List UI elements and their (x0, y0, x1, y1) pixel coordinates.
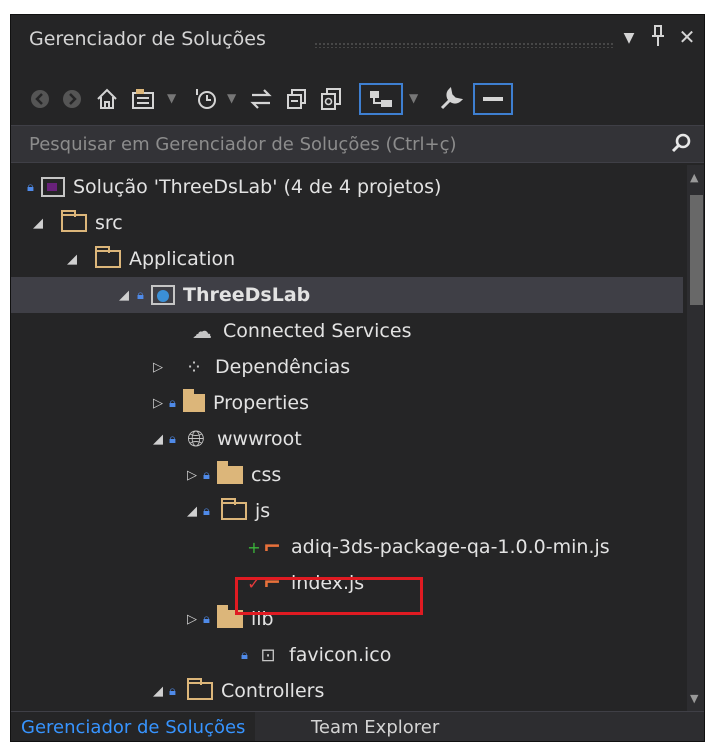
lock-icon: 🔒︎ (241, 647, 248, 663)
tree-item-label: Properties (213, 392, 310, 414)
lock-icon: 🔒︎ (27, 179, 34, 195)
lock-icon: 🔒︎ (203, 611, 210, 627)
switch-views-icon[interactable] (129, 83, 159, 115)
minimize-icon[interactable] (473, 83, 513, 115)
filter-dropdown-icon[interactable]: ▼ (227, 91, 236, 105)
tab-solution-explorer[interactable]: Gerenciador de Soluções (11, 712, 256, 741)
window-position-dropdown-icon[interactable]: ▼ (616, 30, 642, 46)
solution-explorer-panel: Gerenciador de Soluções ▼ ✕ ▼ ▼ ▼ Pesqui… (10, 14, 705, 742)
cloud-icon: ☁︎ (192, 319, 212, 343)
scroll-up-icon[interactable]: ▲ (690, 171, 698, 184)
js-file-icon: ⌐ (262, 534, 282, 560)
git-added-icon: + (247, 537, 261, 557)
folder-open-icon (221, 498, 247, 520)
preview-dropdown-icon[interactable]: ▼ (409, 91, 418, 105)
preview-selected-icon[interactable] (359, 83, 403, 115)
tree-item-connected-services[interactable]: ☁︎ Connected Services (11, 313, 683, 349)
properties-icon[interactable] (435, 83, 467, 115)
title-bar: Gerenciador de Soluções ▼ ✕ (11, 15, 704, 67)
expanded-arrow-icon[interactable]: ◢ (63, 252, 81, 267)
switch-views-dropdown-icon[interactable]: ▼ (167, 91, 176, 105)
show-all-files-icon[interactable] (317, 83, 345, 115)
tree-item-adiq-package[interactable]: + ⌐ adiq-3ds-package-qa-1.0.0-min.js (11, 529, 683, 565)
search-icon[interactable] (670, 132, 692, 159)
collapse-all-icon[interactable] (283, 83, 311, 115)
folder-open-icon (61, 210, 87, 232)
lock-icon: 🔒︎ (203, 467, 210, 483)
expanded-arrow-icon[interactable]: ◢ (29, 216, 47, 231)
tree-item-label: src (95, 212, 123, 234)
tree-item-label: adiq-3ds-package-qa-1.0.0-min.js (291, 536, 610, 558)
home-icon[interactable] (93, 83, 121, 115)
title-grip[interactable] (314, 42, 614, 48)
pending-changes-filter-icon[interactable] (191, 83, 221, 115)
panel-title: Gerenciador de Soluções (29, 28, 266, 50)
tree-item-js[interactable]: ◢ 🔒︎ js (11, 493, 683, 529)
tree-item-solution[interactable]: 🔒︎ Solução 'ThreeDsLab' (4 de 4 projetos… (11, 169, 683, 205)
tree-item-dependencies[interactable]: ▷ ⁘ Dependências (11, 349, 683, 385)
expanded-arrow-icon[interactable]: ◢ (149, 432, 167, 447)
search-input[interactable]: Pesquisar em Gerenciador de Soluções (Ct… (29, 134, 457, 155)
tree-item-wwwroot[interactable]: ◢ 🔒︎ 🌐︎ wwwroot (11, 421, 683, 457)
tab-team-explorer[interactable]: Team Explorer (301, 712, 449, 741)
tree-item-controllers[interactable]: ◢ 🔒︎ Controllers (11, 673, 683, 709)
expanded-arrow-icon[interactable]: ◢ (149, 684, 167, 699)
tree-item-css[interactable]: ▷ 🔒︎ css (11, 457, 683, 493)
tree-item-label: ThreeDsLab (183, 284, 311, 306)
collapsed-arrow-icon[interactable]: ▷ (183, 612, 201, 627)
tree-item-label: Application (129, 248, 236, 270)
search-box[interactable]: Pesquisar em Gerenciador de Soluções (Ct… (11, 125, 704, 163)
solution-tree: 🔒︎ Solução 'ThreeDsLab' (4 de 4 projetos… (11, 165, 683, 711)
tree-item-label: js (255, 500, 271, 522)
back-icon[interactable] (27, 83, 53, 115)
dependencies-icon: ⁘ (185, 355, 203, 379)
bottom-tab-strip: Gerenciador de Soluções Team Explorer (11, 711, 704, 741)
tree-item-label: Controllers (221, 680, 325, 702)
collapsed-arrow-icon[interactable]: ▷ (183, 468, 201, 483)
web-project-icon (151, 285, 175, 305)
collapsed-arrow-icon[interactable]: ▷ (149, 396, 167, 411)
tree-item-favicon[interactable]: 🔒︎ ⊡ favicon.ico (11, 637, 683, 673)
lock-icon: 🔒︎ (137, 287, 144, 303)
folder-closed-icon (217, 461, 243, 484)
tree-item-label: wwwroot (217, 428, 302, 450)
lock-icon: 🔒︎ (169, 683, 176, 699)
lock-icon: 🔒︎ (169, 395, 176, 411)
annotation-highlight-box (235, 577, 423, 615)
tree-item-label: Connected Services (223, 320, 412, 342)
vertical-scrollbar[interactable]: ▲ ▼ (687, 165, 704, 711)
tree-item-label: css (251, 464, 282, 486)
tree-item-label: favicon.ico (289, 644, 392, 666)
properties-folder-icon (183, 389, 205, 412)
tree-item-label: Solução 'ThreeDsLab' (4 de 4 projetos) (73, 176, 442, 198)
scroll-down-icon[interactable]: ▼ (690, 692, 698, 705)
image-file-icon: ⊡ (260, 644, 276, 666)
sync-icon[interactable] (247, 83, 275, 115)
scrollbar-thumb[interactable] (690, 195, 703, 305)
globe-icon: 🌐︎ (187, 426, 205, 452)
tree-item-properties[interactable]: ▷ 🔒︎ Properties (11, 385, 683, 421)
tree-item-application[interactable]: ◢ Application (11, 241, 683, 277)
expanded-arrow-icon[interactable]: ◢ (183, 504, 201, 519)
folder-open-icon (187, 678, 213, 700)
tree-item-src[interactable]: ◢ src (11, 205, 683, 241)
close-icon[interactable]: ✕ (674, 25, 700, 49)
lock-icon: 🔒︎ (203, 503, 210, 519)
toolbar: ▼ ▼ ▼ (11, 73, 704, 125)
forward-icon[interactable] (59, 83, 85, 115)
screenshot-frame: Gerenciador de Soluções ▼ ✕ ▼ ▼ ▼ Pesqui… (0, 0, 705, 742)
solution-icon (41, 177, 65, 197)
folder-open-icon (95, 246, 121, 268)
pin-icon[interactable] (645, 25, 671, 52)
collapsed-arrow-icon[interactable]: ▷ (149, 360, 167, 375)
lock-icon: 🔒︎ (169, 431, 176, 447)
tree-item-project-threedslab[interactable]: ◢ 🔒︎ ThreeDsLab (11, 277, 683, 313)
tree-item-label: Dependências (215, 356, 351, 378)
expanded-arrow-icon[interactable]: ◢ (115, 288, 133, 303)
